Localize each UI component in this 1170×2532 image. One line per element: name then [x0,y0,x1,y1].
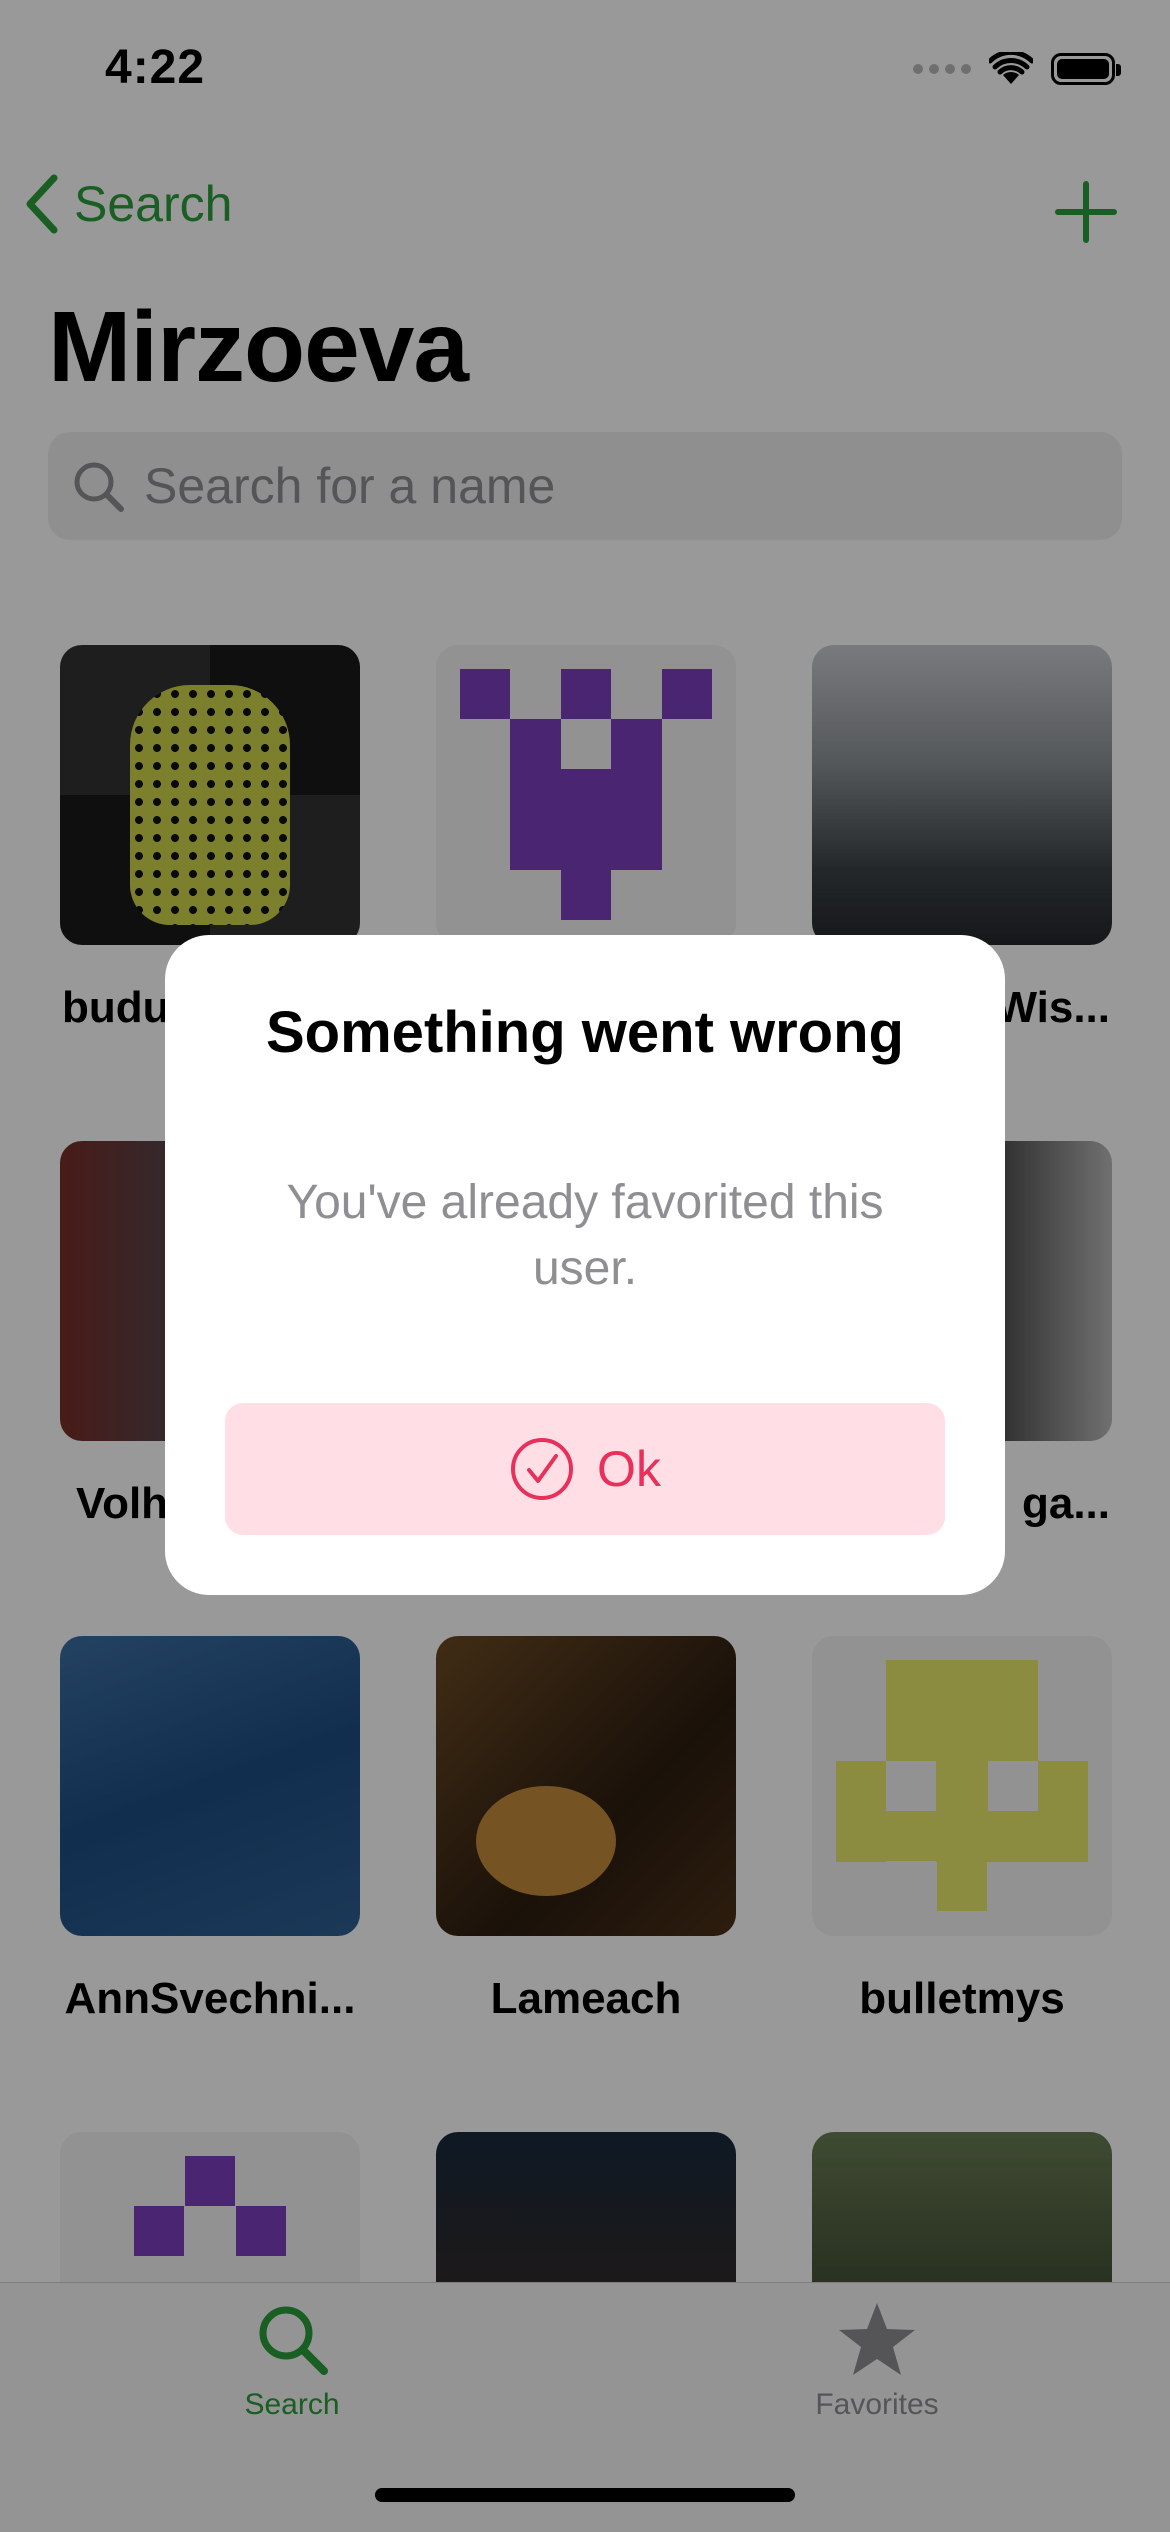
alert-message: You've already favorited this user. [286,1176,884,1295]
screen: 4:22 Search Mirzoeva Search for a name b… [0,0,1170,2532]
alert-dialog: Something went wrong You've already favo… [165,935,1005,1595]
alert-title: Something went wrong [266,1000,904,1065]
ok-button[interactable]: Ok [225,1403,945,1535]
checkmark-circle-icon [511,1438,574,1500]
ok-button-label: Ok [597,1441,661,1497]
